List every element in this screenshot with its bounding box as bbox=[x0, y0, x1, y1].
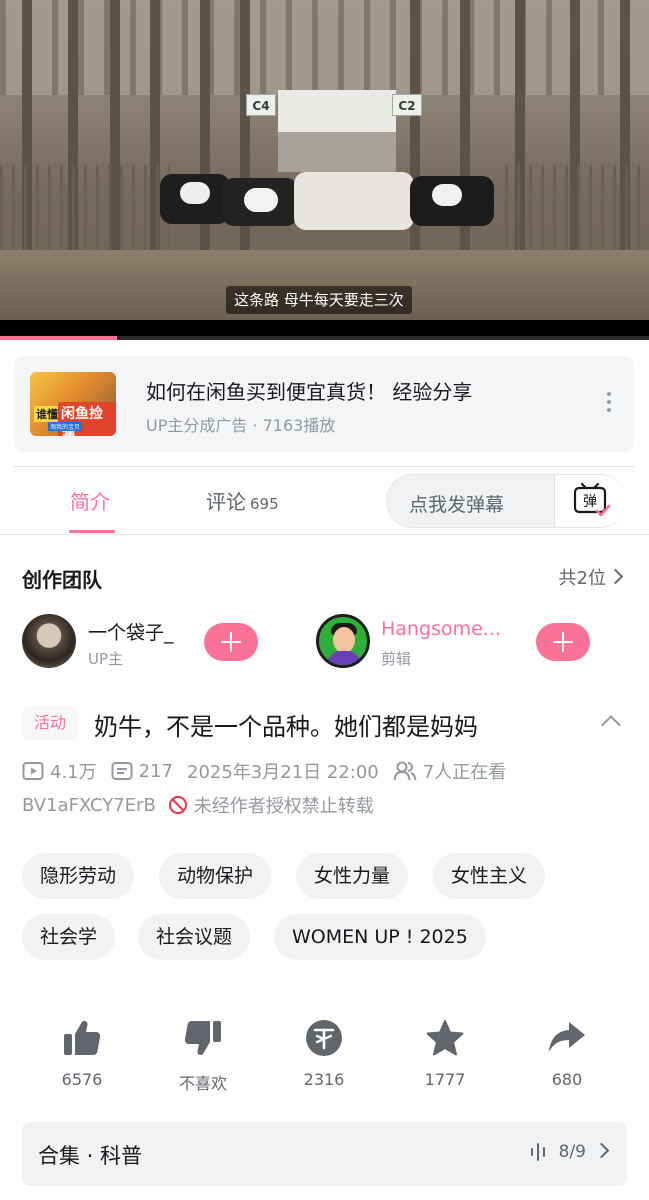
video-stats: 4.1万 217 2025年3月21日 22:00 7人正在看 bbox=[22, 758, 506, 784]
creator-role: UP主 bbox=[88, 650, 124, 668]
team-title: 创作团队 bbox=[22, 568, 102, 592]
video-title: 奶牛，不是一个品种。她们都是妈妈 bbox=[94, 713, 478, 741]
danmaku-placeholder: 点我发弹幕 bbox=[409, 494, 505, 516]
collection-progress: 8/9 bbox=[558, 1142, 586, 1162]
avatar[interactable] bbox=[316, 614, 370, 668]
tag-chip[interactable]: WOMEN UP ! 2025 bbox=[274, 914, 486, 960]
divider bbox=[0, 534, 649, 535]
video-player[interactable]: C4 C2 这条路 母牛每天要走三次 bbox=[0, 0, 649, 340]
publish-date: 2025年3月21日 22:00 bbox=[187, 762, 379, 783]
favorite-button[interactable]: 1777 bbox=[400, 1018, 490, 1089]
video-frame: C4 C2 bbox=[0, 0, 649, 320]
tag-chip[interactable]: 社会议题 bbox=[138, 914, 251, 960]
active-tab-indicator bbox=[69, 530, 115, 533]
tab-comments[interactable]: 评论 695 bbox=[206, 486, 279, 515]
collection-bar[interactable]: 合集 · 科普 8/9 bbox=[22, 1122, 627, 1186]
danmaku-count-icon bbox=[111, 762, 133, 780]
avatar[interactable] bbox=[22, 614, 76, 668]
follow-button[interactable] bbox=[204, 623, 258, 661]
svg-text:弹: 弹 bbox=[583, 494, 597, 510]
dislike-button[interactable]: 不喜欢 bbox=[158, 1018, 248, 1094]
tab-intro[interactable]: 简介 bbox=[70, 486, 110, 515]
divider bbox=[14, 466, 634, 467]
viewers-icon bbox=[393, 761, 417, 781]
team-count: 共2位 bbox=[558, 568, 606, 589]
progress-fill bbox=[0, 336, 117, 340]
playlist-icon bbox=[530, 1143, 545, 1161]
danmaku-toggle-button[interactable]: 弹 bbox=[555, 475, 627, 527]
share-button[interactable]: 680 bbox=[522, 1018, 612, 1089]
danmaku-icon: 弹 bbox=[573, 482, 611, 517]
ad-thumb-text: 淘我的宝贝 bbox=[48, 422, 83, 431]
pen-sign-c2: C2 bbox=[392, 94, 422, 116]
thumbs-up-icon bbox=[64, 1021, 101, 1055]
tag-chip[interactable]: 隐形劳动 bbox=[22, 853, 135, 899]
favorite-count: 1777 bbox=[424, 1070, 466, 1089]
chevron-right-icon bbox=[593, 1142, 610, 1158]
play-count-icon bbox=[22, 762, 44, 780]
collection-title: 合集 · 科普 bbox=[38, 1144, 143, 1168]
video-subtitle: 这条路 母牛每天要走三次 bbox=[226, 286, 412, 314]
ad-thumb-text: 谁懂 bbox=[34, 406, 60, 422]
danmaku-input[interactable]: 点我发弹幕 弹 bbox=[386, 474, 627, 528]
creator-name[interactable]: Hangsome... bbox=[381, 618, 501, 640]
comments-count: 695 bbox=[250, 495, 279, 513]
tab-comments-label: 评论 bbox=[206, 490, 246, 514]
star-icon bbox=[426, 1020, 464, 1056]
creator-role: 剪辑 bbox=[381, 650, 412, 668]
ad-thumbnail: 谁懂 闲鱼捡漏 淘我的宝贝 bbox=[30, 372, 116, 436]
coin-icon bbox=[306, 1020, 342, 1056]
coin-count: 2316 bbox=[303, 1070, 345, 1089]
creator-name[interactable]: 一个袋子_ bbox=[88, 618, 174, 645]
ad-title: 如何在闲鱼买到便宜真货！ 经验分享 bbox=[146, 380, 473, 404]
pen-sign-c4: C4 bbox=[246, 94, 276, 116]
activity-badge[interactable]: 活动 bbox=[22, 706, 79, 740]
tag-chip[interactable]: 社会学 bbox=[22, 914, 116, 960]
more-options-icon[interactable] bbox=[606, 392, 612, 416]
no-reprint-icon bbox=[168, 796, 187, 814]
bv-id[interactable]: BV1aFXCY7ErB bbox=[22, 795, 156, 816]
coin-button[interactable]: 2316 bbox=[279, 1018, 369, 1089]
ad-card[interactable]: 谁懂 闲鱼捡漏 淘我的宝贝 如何在闲鱼买到便宜真货！ 经验分享 UP主分成广告 … bbox=[14, 356, 634, 452]
team-count-link[interactable]: 共2位 bbox=[558, 564, 624, 590]
thumbs-down-icon bbox=[184, 1021, 221, 1055]
watching-now: 7人正在看 bbox=[422, 762, 507, 783]
tag-chip[interactable]: 动物保护 bbox=[159, 853, 272, 899]
progress-bar[interactable] bbox=[0, 336, 649, 340]
dislike-label: 不喜欢 bbox=[178, 1074, 227, 1093]
cows bbox=[160, 168, 500, 250]
ad-meta: UP主分成广告 · 7163播放 bbox=[146, 416, 336, 435]
view-count: 4.1万 bbox=[50, 762, 97, 783]
share-icon bbox=[549, 1022, 585, 1052]
chevron-right-icon bbox=[607, 568, 624, 585]
chevron-up-icon[interactable] bbox=[601, 715, 621, 735]
tag-chip[interactable]: 女性主义 bbox=[433, 853, 546, 899]
share-count: 680 bbox=[551, 1070, 583, 1089]
danmaku-count: 217 bbox=[138, 760, 173, 782]
tag-chip[interactable]: 女性力量 bbox=[296, 853, 409, 899]
reprint-notice: 未经作者授权禁止转载 bbox=[193, 796, 374, 817]
like-button[interactable]: 6576 bbox=[37, 1018, 127, 1089]
video-id-row: BV1aFXCY7ErB 未经作者授权禁止转载 bbox=[22, 792, 374, 818]
like-count: 6576 bbox=[61, 1070, 103, 1089]
follow-button[interactable] bbox=[536, 623, 590, 661]
